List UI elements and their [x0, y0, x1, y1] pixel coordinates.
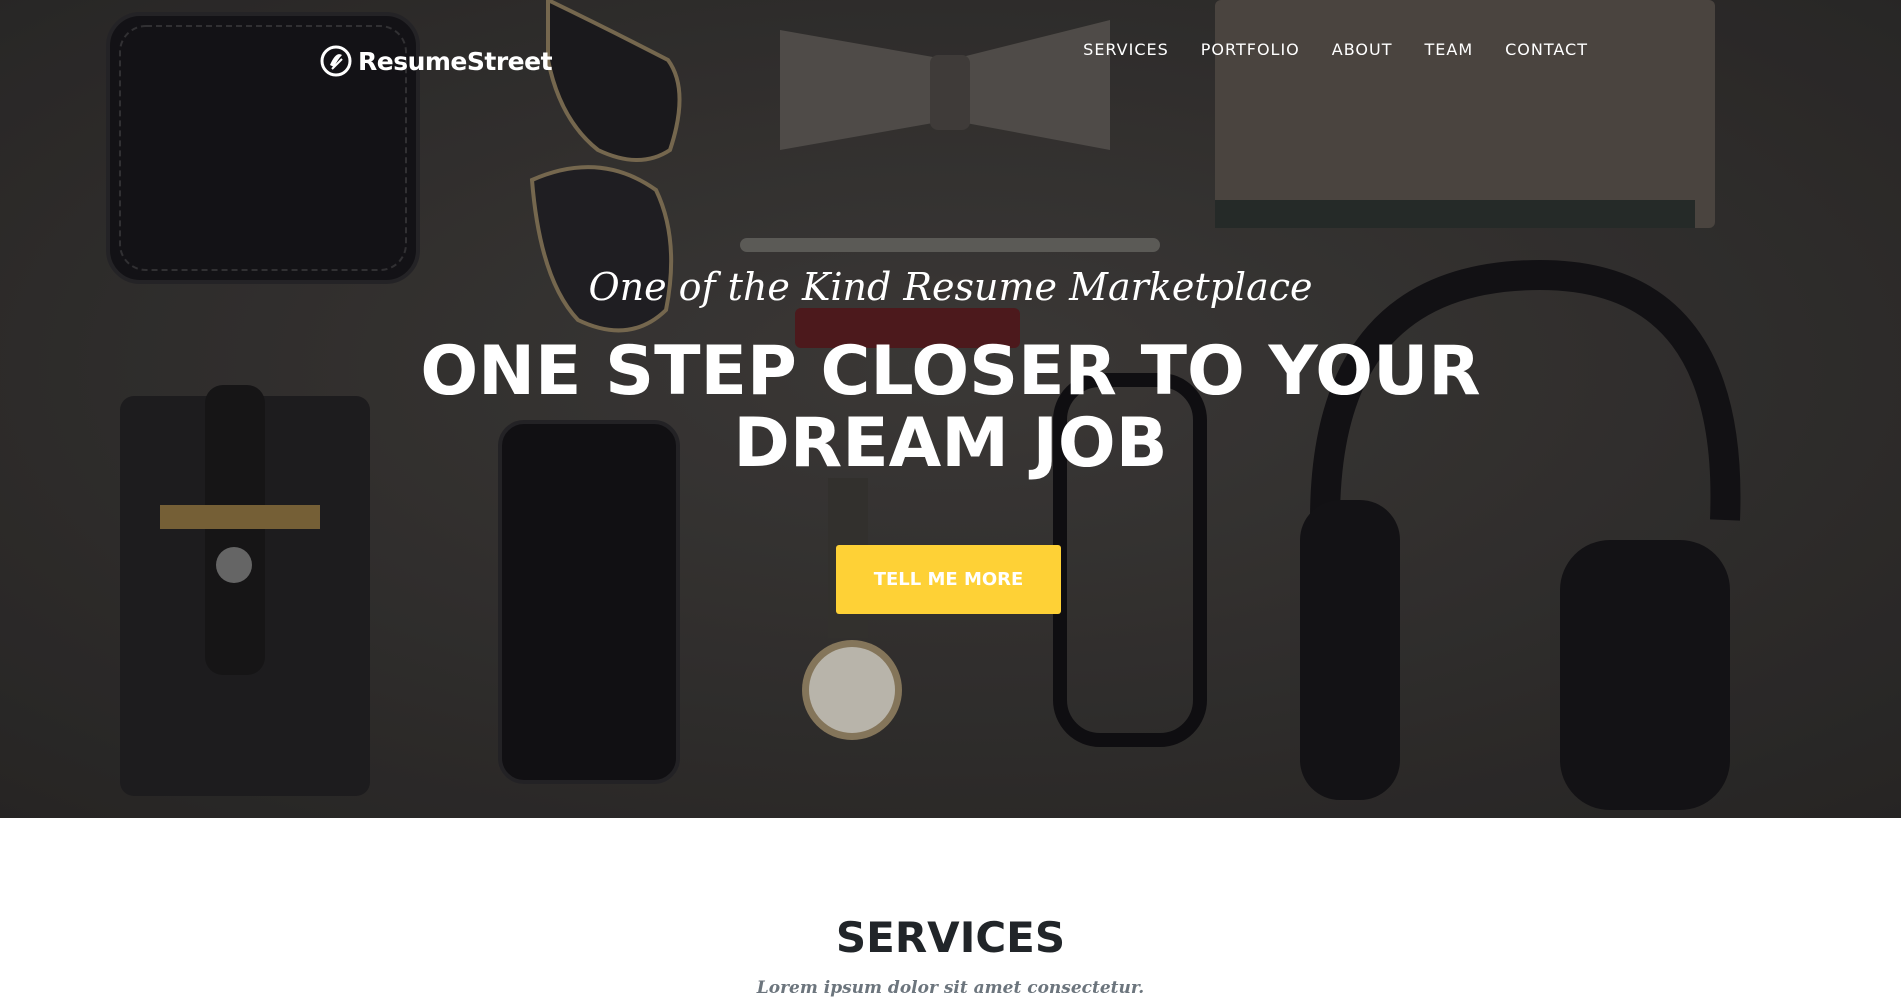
services-subheading: Lorem ipsum dolor sit amet consectetur.	[756, 978, 1145, 998]
hero-heading-line1: ONE STEP CLOSER TO YOUR	[420, 332, 1481, 411]
nav-link-about[interactable]: ABOUT	[1332, 40, 1393, 60]
nav-link-services[interactable]: SERVICES	[1083, 40, 1169, 60]
nav-link-portfolio[interactable]: PORTFOLIO	[1201, 40, 1300, 60]
tell-me-more-button[interactable]: TELL ME MORE	[836, 545, 1061, 614]
brand-name: ResumeStreet	[358, 46, 553, 76]
hero-heading: ONE STEP CLOSER TO YOUR DREAM JOB	[0, 336, 1901, 480]
resumestreet-logo-icon	[320, 45, 352, 77]
services-heading: SERVICES	[835, 913, 1066, 962]
hero-subheading: One of the Kind Resume Marketplace	[588, 265, 1313, 309]
main-nav: SERVICES PORTFOLIO ABOUT TEAM CONTACT	[1083, 40, 1588, 60]
hero-heading-line2: DREAM JOB	[733, 404, 1168, 483]
nav-link-contact[interactable]: CONTACT	[1505, 40, 1588, 60]
nav-link-team[interactable]: TEAM	[1424, 40, 1473, 60]
hero-section: ResumeStreet SERVICES PORTFOLIO ABOUT TE…	[0, 0, 1901, 818]
brand-logo[interactable]: ResumeStreet	[320, 44, 553, 78]
